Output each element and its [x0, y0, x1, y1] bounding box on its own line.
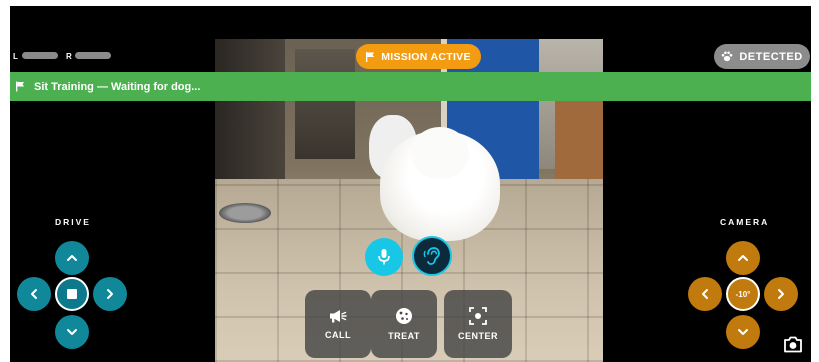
treat-button-label: TREAT	[388, 331, 420, 341]
chevron-down-icon	[67, 329, 77, 335]
battery-right-bar	[75, 52, 111, 59]
mission-badge-label: MISSION ACTIVE	[381, 50, 471, 63]
cookie-icon	[396, 308, 412, 324]
snapshot-button[interactable]	[782, 334, 804, 354]
mission-active-badge: MISSION ACTIVE	[356, 44, 481, 69]
crosshair-icon	[469, 307, 487, 325]
listen-button[interactable]	[412, 236, 452, 276]
detected-badge: DETECTED	[714, 44, 810, 69]
chevron-up-icon	[67, 255, 77, 261]
drive-backward-button[interactable]	[55, 315, 89, 349]
call-button-label: CALL	[325, 330, 351, 340]
chevron-up-icon	[738, 255, 748, 261]
battery-left-label: L	[13, 52, 18, 61]
megaphone-icon	[330, 310, 347, 323]
camera-section-label: CAMERA	[720, 217, 770, 227]
drive-stop-button[interactable]	[55, 277, 89, 311]
chevron-right-icon	[107, 289, 113, 299]
camera-tilt-up-button[interactable]	[726, 241, 760, 275]
feed-dog-head	[411, 127, 469, 179]
detected-badge-label: DETECTED	[739, 50, 803, 63]
drive-left-button[interactable]	[17, 277, 51, 311]
microphone-icon	[378, 249, 390, 265]
battery-right-label: R	[66, 52, 72, 61]
chevron-left-icon	[31, 289, 37, 299]
feed-shelf	[295, 49, 355, 159]
drive-right-button[interactable]	[93, 277, 127, 311]
flag-icon	[366, 51, 375, 62]
drive-section-label: DRIVE	[55, 217, 91, 227]
status-banner: Sit Training — Waiting for dog...	[10, 72, 811, 101]
microphone-button[interactable]	[365, 238, 403, 276]
center-button-label: CENTER	[457, 331, 498, 341]
chevron-right-icon	[778, 289, 784, 299]
stop-icon	[67, 289, 77, 299]
camera-pan-right-button[interactable]	[764, 277, 798, 311]
chevron-down-icon	[738, 329, 748, 335]
center-camera-button[interactable]: CENTER	[444, 290, 512, 358]
status-banner-text: Sit Training — Waiting for dog...	[34, 80, 201, 93]
camera-tilt-value: -10°	[735, 289, 751, 299]
paw-icon	[722, 51, 733, 62]
robot-control-screen: L R MISSION ACTIVE DETECTED Sit Training…	[10, 6, 811, 362]
flag-icon	[16, 81, 25, 92]
camera-icon	[784, 336, 802, 352]
call-button[interactable]: CALL	[305, 290, 371, 358]
drive-forward-button[interactable]	[55, 241, 89, 275]
camera-tilt-down-button[interactable]	[726, 315, 760, 349]
ear-icon	[423, 247, 440, 265]
camera-pan-left-button[interactable]	[688, 277, 722, 311]
battery-left-bar	[22, 52, 58, 59]
chevron-left-icon	[702, 289, 708, 299]
feed-wall-left	[215, 39, 285, 189]
camera-tilt-readout[interactable]: -10°	[726, 277, 760, 311]
treat-button[interactable]: TREAT	[371, 290, 437, 358]
feed-bowl	[219, 203, 271, 223]
